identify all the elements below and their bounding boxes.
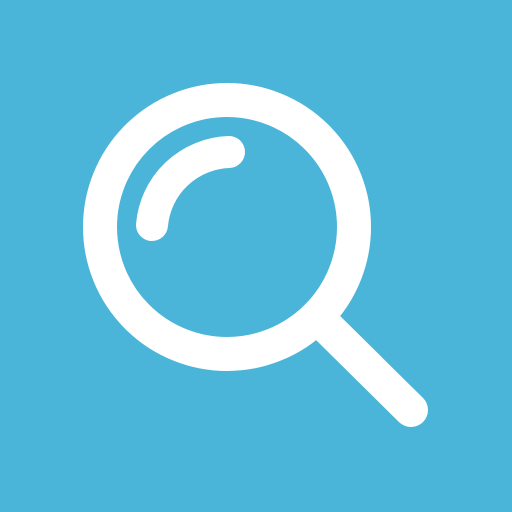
search-icon-tile: [0, 0, 512, 512]
icon-background: [0, 0, 512, 512]
